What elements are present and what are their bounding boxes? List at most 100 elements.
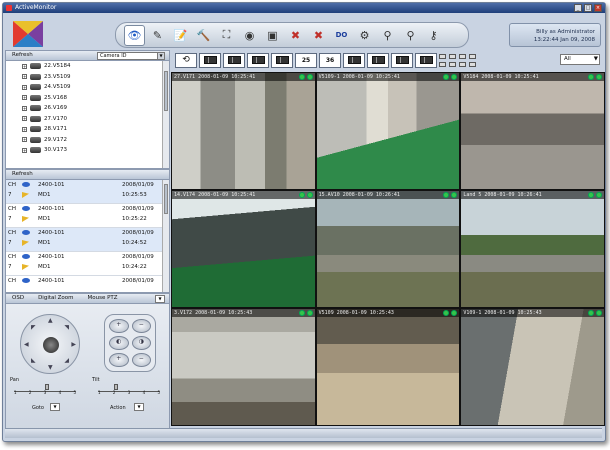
pan-slider[interactable]: 1 2 3 4 5 [14,384,76,395]
eye-button[interactable]: 👁 [124,24,145,46]
event-date: 2008/01/09 [122,254,154,260]
layout-25-button[interactable]: 25 [295,52,317,68]
custom-layout-button[interactable] [343,52,365,68]
keys-button[interactable]: ⚷ [423,25,444,46]
layout-pair-button[interactable] [459,53,477,68]
expand-icon[interactable]: + [22,116,27,122]
camera-view[interactable]: 3.V172 2008-01-09 10:25:43 [172,309,315,425]
custom-layout-button[interactable] [415,52,437,68]
tree-item[interactable]: +27.V170 [6,114,169,125]
down-right-arrow-icon[interactable]: ◢ [64,357,69,364]
ptz-tab-osd[interactable]: OSD [12,294,24,303]
event-row[interactable]: CH 2400-101 2008/01/09 [6,276,169,292]
camera-view[interactable]: V109-1 2008-01-09 10:25:43 [461,309,604,425]
event-row[interactable]: CH 7 2400-101 MD1 2008/01/09 10:25:53 [6,180,169,204]
iris-open-button[interactable]: + [109,353,129,367]
focus-far-button[interactable]: ◑ [131,336,151,350]
user-button[interactable]: ⚲ [377,25,398,46]
layout-pair-button[interactable] [439,53,457,68]
settings-button[interactable]: ⚙ [354,25,375,46]
tree-item[interactable]: +25.V168 [6,93,169,104]
layout-16-button[interactable] [271,52,293,68]
zoom-in-button[interactable]: + [109,319,129,333]
events-scrollbar[interactable] [162,180,169,292]
tree-filter-select[interactable]: Camera ID ▼ [97,52,165,60]
custom-layout-button[interactable] [367,52,389,68]
ptz-mode-select[interactable]: ▼ [155,295,165,303]
camera-button[interactable]: ▣ [262,25,283,46]
expand-icon[interactable]: + [22,63,27,69]
layout-4-button[interactable] [223,52,245,68]
close-button[interactable]: × [594,4,602,12]
camera-view[interactable]: 15.AV10 2008-01-09 10:26:41 [316,191,460,307]
tree-scrollbar[interactable] [162,61,169,168]
users-button[interactable]: ⚲ [400,25,421,46]
down-left-arrow-icon[interactable]: ◣ [31,357,36,364]
slider-thumb[interactable] [45,384,49,390]
camera-view[interactable]: 27.V171 2008-01-09 10:25:41 [172,73,315,189]
camera-view[interactable]: V5109 2008-01-09 10:25:43 [316,309,460,425]
layout-1-button[interactable] [199,52,221,68]
tree-item[interactable]: +26.V169 [6,103,169,114]
expand-icon[interactable]: + [22,74,27,80]
layout-9-button[interactable] [247,52,269,68]
flag-icon [22,192,29,198]
ptz-joystick[interactable]: ▲ ▼ ◀ ▶ ◤ ◥ ◣ ◢ [20,314,80,374]
custom-layout-button[interactable] [391,52,413,68]
tree-item[interactable]: +30.V173 [6,145,169,156]
minimize-button[interactable]: _ [574,4,582,12]
camera-status [443,192,458,198]
event-row[interactable]: CH 7 2400-101 MD1 2008/01/09 10:24:52 [6,228,169,252]
event-row[interactable]: CH 7 2400-101 MD1 2008/01/09 10:25:22 [6,204,169,228]
up-arrow-icon[interactable]: ▲ [48,317,53,324]
notepad-button[interactable]: 📝 [170,25,191,46]
zoom-out-button[interactable]: − [131,319,151,333]
tree-item[interactable]: +28.V171 [6,124,169,135]
disconnect-button[interactable]: ✖ [285,25,306,46]
focus-near-button[interactable]: ◐ [109,336,129,350]
maximize-button[interactable]: □ [584,4,592,12]
camera-view[interactable]: 14.V174 2008-01-09 10:25:41 [172,191,315,307]
up-right-arrow-icon[interactable]: ◥ [64,324,69,331]
camera-title: V109-1 2008-01-09 10:25:43 [461,309,604,317]
event-row[interactable]: CH 7 2400-101 MD1 2008/01/09 10:24:22 [6,252,169,276]
camera-view[interactable]: Land 5 2008-01-09 10:26:41 [461,191,604,307]
expand-icon[interactable]: + [22,95,27,101]
action-select[interactable]: ▼ [134,403,144,411]
down-arrow-icon[interactable]: ▼ [48,364,53,371]
tools-button[interactable]: 🔨 [193,25,214,46]
joystick-knob[interactable] [43,337,59,353]
camera-view[interactable]: V5109-1 2008-01-09 10:25:41 [316,73,460,189]
slider-tick: 4 [142,390,146,395]
layout-36-button[interactable]: 36 [319,52,341,68]
up-left-arrow-icon[interactable]: ◤ [31,324,36,331]
tree-item[interactable]: +23.V5109 [6,72,169,83]
expand-icon[interactable]: + [22,147,27,153]
fullscreen-button[interactable]: ⛶ [216,25,237,46]
expand-icon[interactable]: + [22,126,27,132]
right-arrow-icon[interactable]: ▶ [71,341,76,348]
stream-select[interactable]: All ▼ [560,54,600,65]
refresh-view-button[interactable]: ⟲ [175,52,197,68]
slider-thumb[interactable] [113,384,118,390]
do-button[interactable]: DO [331,25,352,46]
tree-item[interactable]: +24.V5109 [6,82,169,93]
iris-close-button[interactable]: − [131,353,151,367]
expand-icon[interactable]: + [22,84,27,90]
event-log-button[interactable]: ✎ [147,25,168,46]
expand-icon[interactable]: + [22,105,27,111]
goto-select[interactable]: ▼ [50,403,60,411]
tree-refresh-button[interactable]: Refresh [12,52,33,58]
disconnect-all-button[interactable]: ✖ [308,25,329,46]
tree-item[interactable]: +22.V5184 [6,61,169,72]
ptz-tab-mouse-ptz[interactable]: Mouse PTZ [88,294,118,303]
tilt-slider[interactable]: 1 2 3 4 5 [98,384,160,395]
tree-item[interactable]: +29.V172 [6,135,169,146]
left-arrow-icon[interactable]: ◀ [24,341,29,348]
ptz-tab-digital-zoom[interactable]: Digital Zoom [38,294,73,303]
events-refresh-button[interactable]: Refresh [12,171,33,177]
expand-icon[interactable]: + [22,137,27,143]
slider-tick: 5 [73,390,76,395]
record-button[interactable]: ◉ [239,25,260,46]
camera-view[interactable]: V5184 2008-01-09 10:25:41 [461,73,604,189]
